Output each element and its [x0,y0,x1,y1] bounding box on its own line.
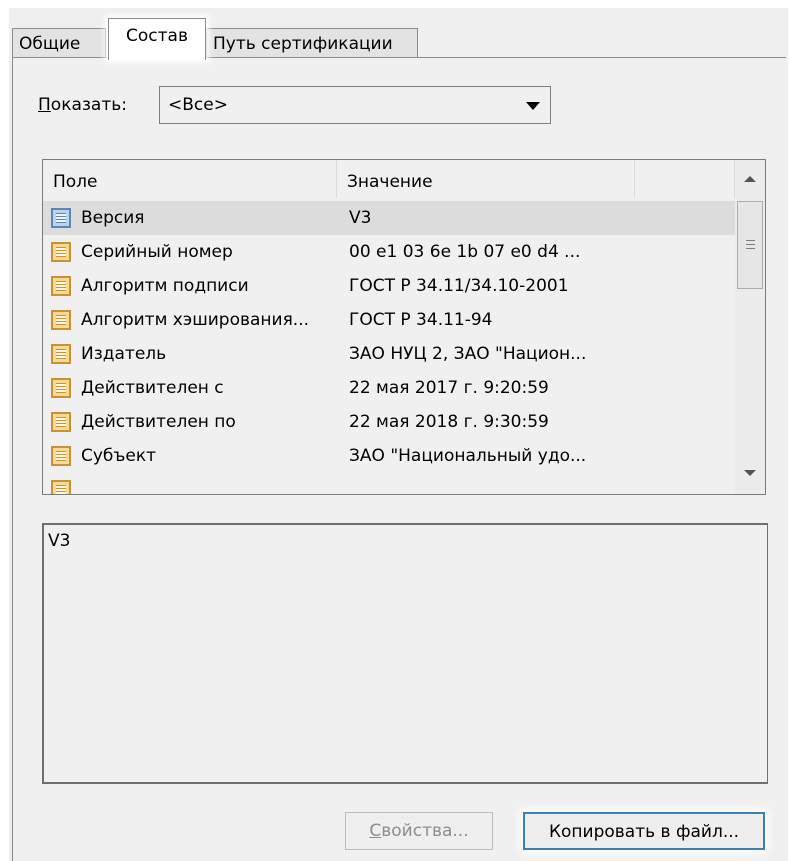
row-value: V3 [349,208,372,228]
show-label-text: оказать: [50,95,127,115]
properties-button-accelerator: С [369,821,382,841]
certificate-field-icon [51,446,71,466]
show-label: Показать: [38,95,127,115]
row-value: 22 мая 2017 г. 9:20:59 [349,378,549,398]
arrow-down-icon [744,470,756,476]
list-row[interactable]: Издатель ЗАО НУЦ 2, ЗАО "Национ... [43,337,735,371]
fields-list[interactable]: Поле Значение Версия V3 Серийный номер 0… [42,159,766,495]
list-row[interactable]: Серийный номер 00 e1 03 6e 1b 07 e0 d4 .… [43,235,735,269]
vertical-scrollbar[interactable] [735,160,765,494]
column-header-value-label: Значение [347,172,433,192]
tab-details[interactable]: Состав [108,18,206,60]
grip-line [746,244,755,245]
list-row-partial[interactable] [43,473,735,494]
copy-to-file-button[interactable]: Копировать в файл... [523,812,765,850]
row-value: ГОСТ Р 34.11-94 [349,310,493,330]
row-value: 22 мая 2018 г. 9:30:59 [349,412,549,432]
row-field: Действителен по [81,412,236,432]
row-value: ЗАО "Национальный удо... [349,446,587,466]
grip-line [746,248,755,249]
show-select[interactable]: <Все> [159,86,551,124]
arrow-up-icon [744,176,756,182]
scroll-thumb[interactable] [737,201,763,289]
properties-button-label: войства... [381,821,469,841]
certificate-field-icon [51,276,71,296]
scroll-down-button[interactable] [735,456,765,494]
list-row[interactable]: Действителен по 22 мая 2018 г. 9:30:59 [43,405,735,439]
properties-button[interactable]: Свойства... [345,812,493,850]
certificate-field-icon [51,208,71,228]
tab-general-label: Общие [19,34,81,54]
row-field: Издатель [81,344,167,364]
certificate-field-icon [51,344,71,364]
row-field: Версия [81,208,145,228]
column-header-value[interactable]: Значение [337,160,635,198]
column-header-field-label: Поле [53,172,98,192]
row-field: Алгоритм хэширования... [81,310,310,330]
tab-certification-path-label: Путь сертификации [213,34,393,54]
certificate-field-icon [51,242,71,262]
grip-line [746,240,755,241]
row-field: Серийный номер [81,242,233,262]
field-value-text: V3 [48,531,71,551]
certificate-field-icon [51,378,71,398]
row-field: Субъект [81,446,157,466]
column-header-field[interactable]: Поле [43,160,337,198]
scroll-up-button[interactable] [735,160,765,198]
copy-to-file-button-label: Копировать в файл... [548,822,740,842]
list-row[interactable]: Алгоритм хэширования... ГОСТ Р 34.11-94 [43,303,735,337]
row-value: ГОСТ Р 34.11/34.10-2001 [349,276,569,296]
row-value: 00 e1 03 6e 1b 07 e0 d4 ... [349,242,581,262]
list-row[interactable]: Субъект ЗАО "Национальный удо... [43,439,735,473]
certificate-field-icon [51,412,71,432]
row-field: Действителен с [81,378,224,398]
row-field: Алгоритм подписи [81,276,249,296]
field-value-box[interactable]: V3 [42,523,768,784]
list-row[interactable]: Алгоритм подписи ГОСТ Р 34.11/34.10-2001 [43,269,735,303]
show-select-value: <Все> [168,95,228,115]
certificate-field-icon [51,480,71,494]
column-header-empty [635,160,735,198]
tab-certification-path[interactable]: Путь сертификации [206,28,418,58]
list-row[interactable]: Действителен с 22 мая 2017 г. 9:20:59 [43,371,735,405]
show-label-accelerator: П [38,95,51,115]
list-header: Поле Значение [43,160,735,198]
tab-details-label: Состав [126,26,188,46]
row-value: ЗАО НУЦ 2, ЗАО "Национ... [349,344,587,364]
list-row[interactable]: Версия V3 [43,201,735,235]
dropdown-arrow-icon[interactable] [526,102,540,110]
certificate-field-icon [51,310,71,330]
list-rows: Версия V3 Серийный номер 00 e1 03 6e 1b … [43,201,735,494]
tab-general[interactable]: Общие [12,28,106,58]
